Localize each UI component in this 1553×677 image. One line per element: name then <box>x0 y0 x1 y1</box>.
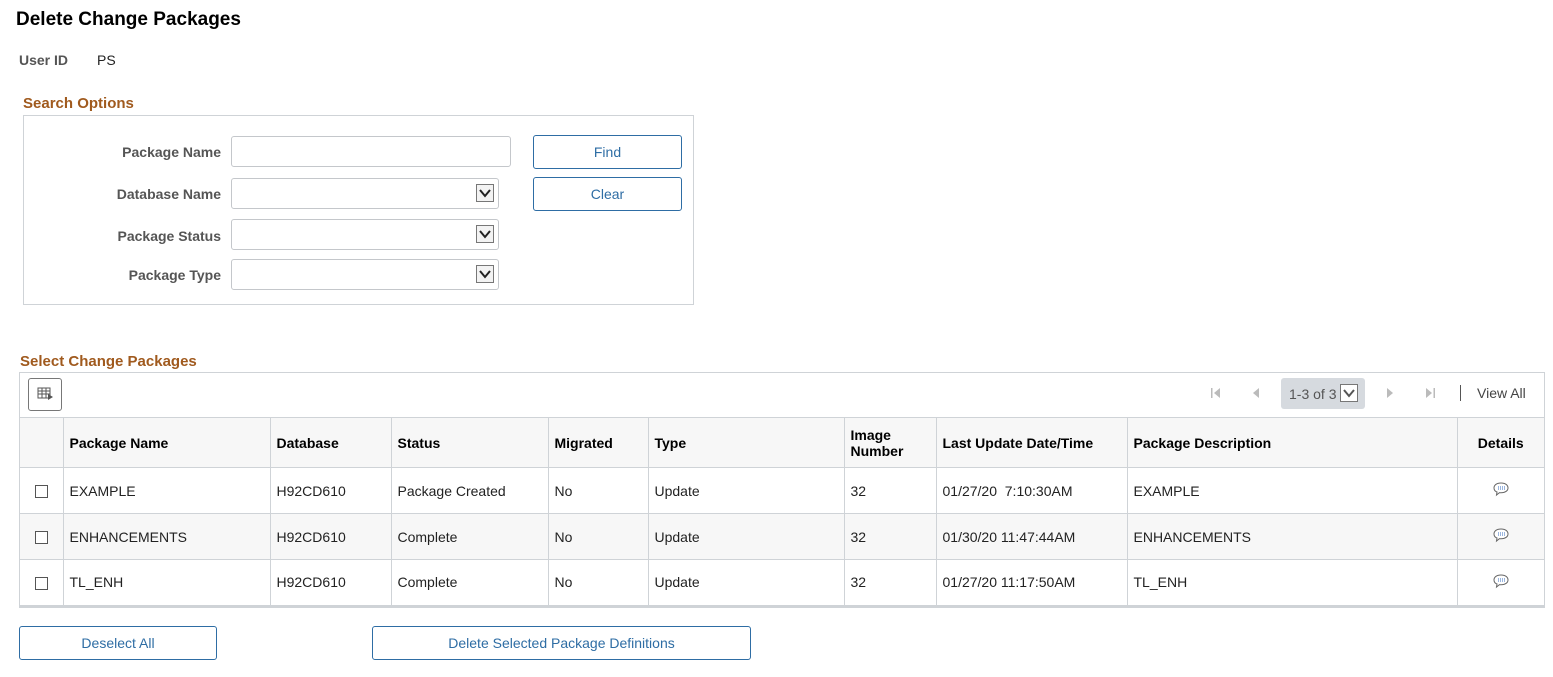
column-header-package-name: Package Name <box>63 417 271 468</box>
database-name-select[interactable] <box>231 178 499 209</box>
package-name-cell: TL_ENH <box>63 559 271 607</box>
description-cell: EXAMPLE <box>1127 467 1458 514</box>
type-cell: Update <box>648 513 845 560</box>
package-status-label: Package Status <box>117 228 222 244</box>
page-range-select[interactable]: 1-3 of 3 <box>1281 378 1365 409</box>
table-row: TL_ENH H92CD610 Complete No Update 32 01… <box>20 559 1544 607</box>
user-id-label: User ID <box>19 52 69 68</box>
migrated-cell: No <box>548 513 649 560</box>
description-cell: TL_ENH <box>1127 559 1458 607</box>
description-cell: ENHANCEMENTS <box>1127 513 1458 560</box>
search-options-title: Search Options <box>23 95 134 112</box>
database-cell: H92CD610 <box>270 513 392 560</box>
row-select-checkbox[interactable] <box>34 485 48 499</box>
image-number-cell: 32 <box>844 513 937 560</box>
image-number-cell: 32 <box>844 467 937 514</box>
last-page-icon[interactable] <box>1423 386 1437 400</box>
package-name-cell: ENHANCEMENTS <box>63 513 271 560</box>
page-range-text: 1-3 of 3 <box>1289 386 1337 402</box>
table-header-row: Package Name Database Status Migrated Ty… <box>20 417 1544 468</box>
column-header-image-number: Image Number <box>844 417 937 468</box>
pager-divider <box>1460 385 1461 401</box>
delete-selected-button[interactable]: Delete Selected Package Definitions <box>372 626 751 660</box>
image-number-cell: 32 <box>844 559 937 607</box>
column-header-details: Details <box>1457 417 1544 468</box>
migrated-cell: No <box>548 559 649 607</box>
status-cell: Package Created <box>391 467 549 514</box>
package-name-label: Package Name <box>122 144 221 160</box>
last-update-cell: 01/27/20 7:10:30AM <box>936 467 1128 514</box>
details-comment-icon[interactable] <box>1492 573 1510 589</box>
details-comment-icon[interactable] <box>1492 481 1510 497</box>
clear-button[interactable]: Clear <box>533 177 682 211</box>
personalize-grid-button[interactable] <box>28 378 62 411</box>
type-cell: Update <box>648 467 845 514</box>
package-type-select[interactable] <box>231 259 499 290</box>
change-packages-table: Package Name Database Status Migrated Ty… <box>20 417 1544 607</box>
package-name-input[interactable] <box>231 136 511 167</box>
status-cell: Complete <box>391 559 549 607</box>
chevron-down-icon <box>476 184 494 202</box>
user-id-value: PS <box>97 52 116 68</box>
status-cell: Complete <box>391 513 549 560</box>
package-status-select[interactable] <box>231 219 499 250</box>
column-header-database: Database <box>270 417 392 468</box>
column-header-migrated: Migrated <box>548 417 649 468</box>
next-page-icon[interactable] <box>1383 386 1397 400</box>
last-update-cell: 01/30/20 11:47:44AM <box>936 513 1128 560</box>
column-header-type: Type <box>648 417 845 468</box>
package-type-label: Package Type <box>128 267 221 283</box>
deselect-all-button[interactable]: Deselect All <box>19 626 217 660</box>
chevron-down-icon <box>476 265 494 283</box>
page-title: Delete Change Packages <box>16 9 241 30</box>
column-header-select <box>20 417 64 468</box>
chevron-down-icon <box>476 225 494 243</box>
first-page-icon[interactable] <box>1209 386 1223 400</box>
migrated-cell: No <box>548 467 649 514</box>
select-change-packages-title: Select Change Packages <box>20 353 197 370</box>
database-name-label: Database Name <box>116 186 221 202</box>
type-cell: Update <box>648 559 845 607</box>
chevron-down-icon <box>1340 384 1358 402</box>
package-name-cell: EXAMPLE <box>63 467 271 514</box>
row-select-checkbox[interactable] <box>34 531 48 545</box>
database-cell: H92CD610 <box>270 559 392 607</box>
database-cell: H92CD610 <box>270 467 392 514</box>
column-header-description: Package Description <box>1127 417 1458 468</box>
last-update-cell: 01/27/20 11:17:50AM <box>936 559 1128 607</box>
column-header-status: Status <box>391 417 549 468</box>
details-comment-icon[interactable] <box>1492 527 1510 543</box>
table-row: ENHANCEMENTS H92CD610 Complete No Update… <box>20 513 1544 560</box>
column-header-last-update: Last Update Date/Time <box>936 417 1128 468</box>
previous-page-icon[interactable] <box>1249 386 1263 400</box>
row-select-checkbox[interactable] <box>34 577 48 591</box>
table-row: EXAMPLE H92CD610 Package Created No Upda… <box>20 467 1544 514</box>
view-all-link[interactable]: View All <box>1477 385 1526 401</box>
find-button[interactable]: Find <box>533 135 682 169</box>
grid-settings-icon <box>37 387 53 400</box>
